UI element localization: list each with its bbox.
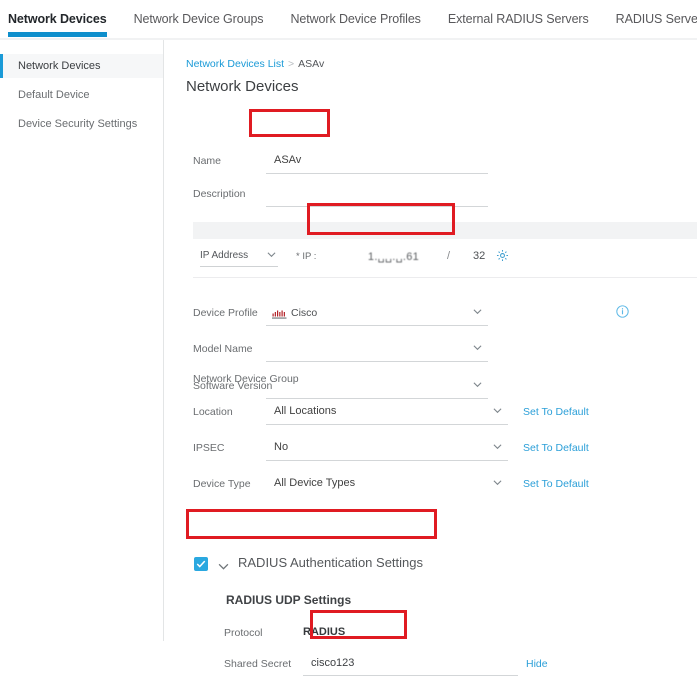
radius-enabled-checkbox[interactable] (194, 557, 208, 571)
main-content: Network Devices List > ASAv Network Device… (164, 40, 697, 676)
name-input[interactable]: ASAv (266, 150, 488, 174)
shared-secret-value: cisco123 (311, 657, 355, 669)
device-profile-value: Cisco (291, 307, 318, 319)
device-type-value: All Device Types (274, 477, 356, 489)
model-name-row: Model Name (164, 338, 697, 368)
software-version-select[interactable] (266, 375, 488, 399)
tab-external-radius-servers[interactable]: External RADIUS Servers (448, 0, 589, 26)
ipsec-set-to-default-link[interactable]: Set To Default (523, 442, 589, 454)
ipsec-value: No (274, 441, 289, 453)
chevron-down-icon (267, 250, 276, 259)
tab-network-device-groups[interactable]: Network Device Groups (134, 0, 264, 26)
protocol-value: RADIUS (303, 626, 346, 638)
ip-type-value: IP Address (200, 250, 249, 261)
ip-panel-header (193, 222, 697, 239)
sidebar-item-default-device[interactable]: Default Device (0, 83, 163, 107)
sidebar-item-label: Device Security Settings (18, 118, 138, 130)
device-type-label: Device Type (193, 478, 251, 490)
radius-section-title: RADIUS Authentication Settings (238, 555, 423, 570)
device-type-select[interactable]: All Device Types (266, 473, 508, 497)
tab-label: RADIUS Server Sequences (615, 12, 697, 26)
tab-active-underline (8, 32, 107, 37)
info-icon[interactable] (616, 305, 629, 318)
page-title: Network Devices (186, 78, 299, 95)
tab-network-devices[interactable]: Network Devices (8, 0, 107, 37)
sidebar-item-network-devices[interactable]: Network Devices (0, 54, 163, 78)
ip-type-select[interactable]: IP Address (200, 248, 278, 267)
chevron-down-icon (473, 380, 482, 389)
breadcrumb-separator: > (288, 58, 295, 70)
description-row: Description (164, 183, 697, 213)
device-type-row: Device Type All Device Types Set To Defa… (164, 472, 697, 502)
ip-mask-input[interactable]: 32 (473, 250, 485, 262)
chevron-down-icon (473, 307, 482, 316)
protocol-label: Protocol (224, 627, 263, 639)
tab-label: Network Devices (8, 12, 107, 26)
tab-radius-server-sequences[interactable]: RADIUS Server Sequences (616, 0, 697, 26)
model-name-select[interactable] (266, 338, 488, 362)
ipsec-select[interactable]: No (266, 437, 508, 461)
radius-authentication-settings-header[interactable]: RADIUS Authentication Settings (186, 550, 442, 578)
radius-udp-settings-title: RADIUS UDP Settings (226, 593, 352, 607)
ip-address-input[interactable]: 1.␣␣.␣.61 (341, 250, 446, 263)
location-select[interactable]: All Locations (266, 401, 508, 425)
device-profile-label: Device Profile (193, 307, 258, 319)
ip-row: IP Address * IP : 1.␣␣.␣.61 / 32 (193, 239, 697, 278)
name-row: Name ASAv (164, 150, 697, 180)
sidebar-item-label: Network Devices (18, 60, 101, 72)
device-type-set-to-default-link[interactable]: Set To Default (523, 478, 589, 490)
shared-secret-input[interactable]: cisco123 (303, 652, 518, 676)
chevron-down-icon (473, 343, 482, 352)
location-set-to-default-link[interactable]: Set To Default (523, 406, 589, 418)
chevron-down-icon[interactable] (218, 559, 229, 570)
ip-slash-separator: / (447, 250, 451, 262)
name-label: Name (193, 155, 222, 167)
cisco-logo-icon (272, 307, 287, 319)
device-profile-row: Device Profile Cisco (164, 302, 697, 332)
location-label: Location (193, 406, 233, 418)
tab-label: External RADIUS Servers (447, 12, 589, 26)
model-name-label: Model Name (193, 343, 253, 355)
ipsec-label: IPSEC (193, 442, 225, 454)
tab-label: Network Device Groups (133, 12, 264, 26)
description-label: Description (193, 188, 246, 200)
sidebar-item-device-security-settings[interactable]: Device Security Settings (0, 112, 163, 136)
breadcrumb-current: ASAv (298, 58, 325, 70)
main-tab-bar: Network Devices Network Device Groups Ne… (0, 0, 697, 38)
description-input[interactable] (266, 183, 488, 207)
ipsec-row: IPSEC No Set To Default (164, 436, 697, 466)
shared-secret-hide-link[interactable]: Hide (526, 658, 548, 670)
breadcrumb: Network Devices List > ASAv (186, 58, 324, 70)
device-profile-select[interactable]: Cisco (266, 302, 488, 326)
gear-icon[interactable] (496, 249, 509, 262)
shared-secret-label: Shared Secret (224, 658, 292, 670)
chevron-down-icon (493, 478, 502, 487)
sidebar-item-label: Default Device (18, 89, 90, 101)
ndg-title: Network Device Group (193, 373, 299, 385)
breadcrumb-parent-link[interactable]: Network Devices List (186, 58, 284, 70)
tab-label: Network Device Profiles (290, 12, 421, 26)
location-row: Location All Locations Set To Default (164, 400, 697, 430)
chevron-down-icon (493, 442, 502, 451)
ip-required-label: * IP : (296, 251, 317, 262)
sidebar: Network Devices Default Device Device Se… (0, 40, 164, 641)
location-value: All Locations (274, 405, 337, 417)
tab-network-device-profiles[interactable]: Network Device Profiles (290, 0, 420, 26)
name-value: ASAv (274, 154, 302, 166)
chevron-down-icon (493, 406, 502, 415)
